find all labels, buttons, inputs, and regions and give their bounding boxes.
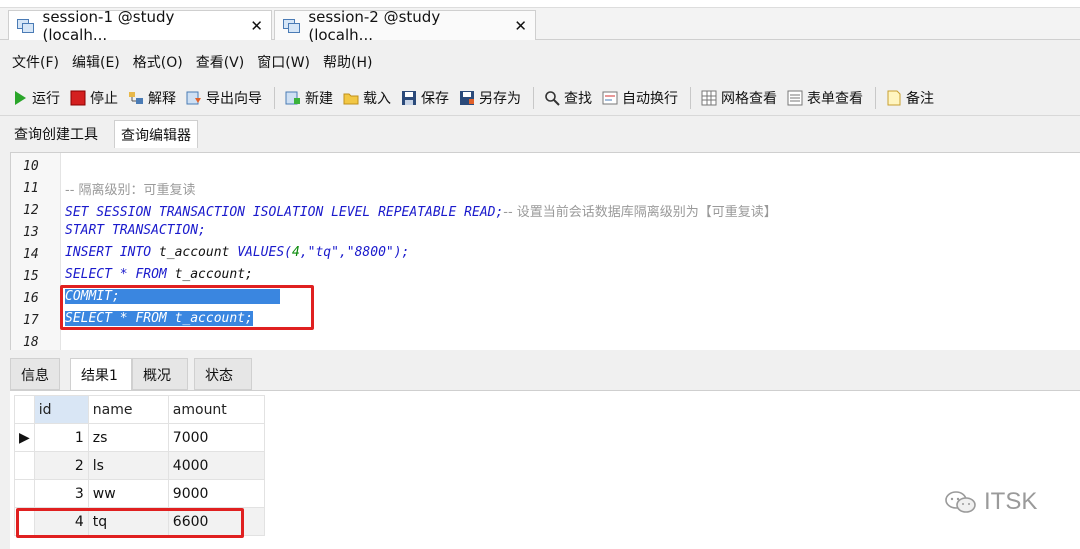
line-number: 18 <box>23 335 39 350</box>
line-number: 13 <box>23 225 39 240</box>
menu-view[interactable]: 查看(V) <box>196 52 245 72</box>
code-line-13: START TRANSACTION; <box>65 223 206 238</box>
menu-format[interactable]: 格式(O) <box>133 52 183 72</box>
tab-result-1[interactable]: 结果1 <box>70 358 132 390</box>
cell-amount[interactable]: 7000 <box>167 423 265 452</box>
cell-id[interactable]: 2 <box>33 451 89 480</box>
tab-query-builder[interactable]: 查询创建工具 <box>8 120 104 148</box>
menu-window[interactable]: 窗口(W) <box>257 52 310 72</box>
export-icon <box>186 90 202 106</box>
line-number: 16 <box>23 291 39 306</box>
grid-view-button[interactable]: 网格查看 <box>701 88 777 108</box>
word-wrap-button[interactable]: 自动换行 <box>602 88 678 108</box>
explain-icon <box>128 90 144 106</box>
cell-amount[interactable]: 4000 <box>167 451 265 480</box>
header-row: id name amount <box>14 395 265 424</box>
code-line-11: -- 隔离级别：可重复读 <box>65 183 196 198</box>
row-marker-header <box>14 395 35 424</box>
sql-editor[interactable]: 10 11 12 13 14 15 16 17 18 -- 隔离级别：可重复读 … <box>10 152 1080 350</box>
tab-session-1[interactable]: session-1 @study (localh... ✕ <box>8 8 272 44</box>
watermark-text: ITSK <box>984 488 1038 515</box>
form-view-button[interactable]: 表单查看 <box>787 88 863 108</box>
note-button[interactable]: 备注 <box>886 88 934 108</box>
toolbar-separator <box>690 86 691 109</box>
line-number-gutter: 10 11 12 13 14 15 16 17 18 <box>11 153 61 350</box>
cell-id[interactable]: 1 <box>33 423 89 452</box>
menu-edit[interactable]: 编辑(E) <box>72 52 120 72</box>
search-icon <box>544 90 560 106</box>
current-row-indicator-icon: ▶ <box>14 423 35 452</box>
new-query-icon <box>285 90 301 106</box>
column-header-id[interactable]: id <box>33 395 89 424</box>
tab-label: session-2 @study (localh... <box>308 7 441 44</box>
line-number: 11 <box>23 181 39 196</box>
tab-query-editor[interactable]: 查询编辑器 <box>114 120 198 148</box>
toolbar: 运行 停止 解释 导出向导 新建 载入 保存 另存为 查找 自动换行 网格查看 <box>0 80 1080 116</box>
document-tab-bar: session-1 @study (localh... ✕ session-2 … <box>0 8 1080 44</box>
form-icon <box>787 90 803 106</box>
play-icon <box>12 90 28 106</box>
save-as-icon <box>459 90 475 106</box>
toolbar-separator <box>274 86 275 109</box>
cell-name[interactable]: ww <box>87 479 169 508</box>
table-row[interactable]: 3 ww 9000 <box>14 479 265 508</box>
code-line-15: SELECT * FROM t_account; <box>65 267 253 282</box>
code-line-14: INSERT INTO t_account VALUES(4,"tq","880… <box>65 245 410 260</box>
line-number: 12 <box>23 203 39 218</box>
grid-icon <box>701 90 717 106</box>
save-icon <box>401 90 417 106</box>
folder-icon <box>343 90 359 106</box>
export-wizard-button[interactable]: 导出向导 <box>186 88 262 108</box>
note-icon <box>886 90 902 106</box>
table-row[interactable]: ▶ 1 zs 7000 <box>14 423 265 452</box>
code-line-12: SET SESSION TRANSACTION ISOLATION LEVEL … <box>65 205 777 220</box>
tab-label: session-1 @study (localh... <box>42 7 175 44</box>
menu-file[interactable]: 文件(F) <box>12 52 59 72</box>
column-header-name[interactable]: name <box>87 395 169 424</box>
query-table-icon <box>17 18 35 33</box>
highlight-box <box>60 285 314 330</box>
tab-info[interactable]: 信息 <box>10 358 60 390</box>
menu-bar: 文件(F) 编辑(E) 格式(O) 查看(V) 窗口(W) 帮助(H) <box>0 48 1080 76</box>
toolbar-separator <box>875 86 876 109</box>
save-as-button[interactable]: 另存为 <box>459 88 521 108</box>
tab-session-2[interactable]: session-2 @study (localh... ✕ <box>274 8 536 44</box>
explain-button[interactable]: 解释 <box>128 88 176 108</box>
save-button[interactable]: 保存 <box>401 88 449 108</box>
menu-help[interactable]: 帮助(H) <box>323 52 372 72</box>
tab-profile[interactable]: 概况 <box>132 358 188 390</box>
find-button[interactable]: 查找 <box>544 88 592 108</box>
cell-name[interactable]: zs <box>87 423 169 452</box>
cell-name[interactable]: ls <box>87 451 169 480</box>
row-marker <box>14 451 35 480</box>
line-number: 10 <box>23 159 39 174</box>
run-button[interactable]: 运行 <box>12 88 60 108</box>
query-subtabs: 查询创建工具 查询编辑器 <box>0 118 1080 148</box>
watermark: ITSK <box>944 488 1037 516</box>
close-icon[interactable]: ✕ <box>250 17 263 35</box>
cell-amount[interactable]: 9000 <box>167 479 265 508</box>
highlight-box <box>16 508 244 538</box>
query-table-icon <box>283 18 300 33</box>
stop-icon <box>70 90 86 106</box>
result-tabs: 信息 结果1 概况 状态 <box>10 358 1080 390</box>
close-icon[interactable]: ✕ <box>514 17 527 35</box>
new-button[interactable]: 新建 <box>285 88 333 108</box>
word-wrap-icon <box>602 90 618 106</box>
cell-id[interactable]: 3 <box>33 479 89 508</box>
line-number: 17 <box>23 313 39 328</box>
tab-status[interactable]: 状态 <box>194 358 252 390</box>
result-grid-area: id name amount ▶ 1 zs 7000 2 ls 4000 3 w… <box>10 390 1080 549</box>
column-header-amount[interactable]: amount <box>167 395 265 424</box>
line-number: 15 <box>23 269 39 284</box>
row-marker <box>14 479 35 508</box>
stop-button[interactable]: 停止 <box>70 88 118 108</box>
table-row[interactable]: 2 ls 4000 <box>14 451 265 480</box>
chat-bubble-icon <box>945 491 976 513</box>
toolbar-separator <box>533 86 534 109</box>
load-button[interactable]: 载入 <box>343 88 391 108</box>
line-number: 14 <box>23 247 39 262</box>
